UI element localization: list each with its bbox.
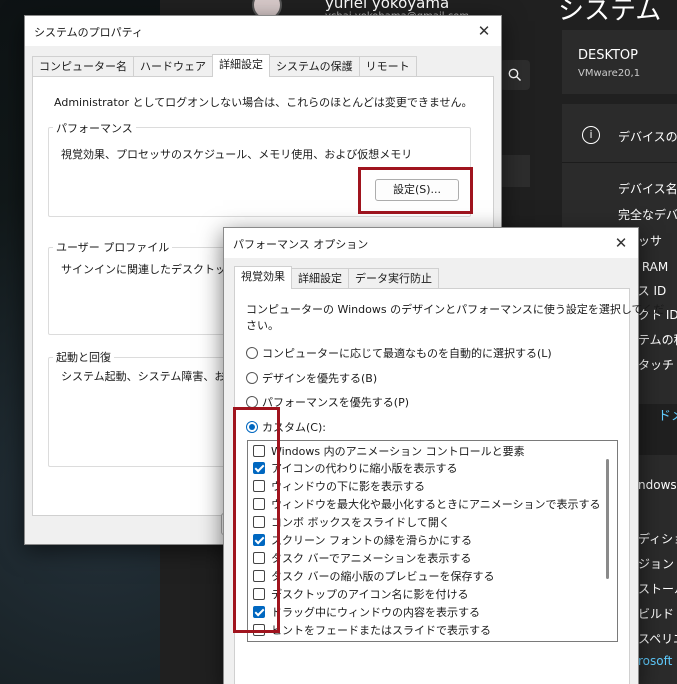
tab-system-protection[interactable]: システムの保護 bbox=[269, 56, 360, 77]
list-item-label: ドラッグ中にウィンドウの内容を表示する bbox=[271, 606, 480, 619]
radio-label: パフォーマンスを優先する(P) bbox=[262, 396, 409, 409]
device-card[interactable]: DESKTOP VMware20,1 bbox=[562, 30, 677, 94]
radio-label: コンピューターに応じて最適なものを自動的に選択する(L) bbox=[262, 347, 552, 360]
list-item[interactable]: アイコンの代わりに縮小版を表示する bbox=[253, 459, 457, 477]
spec-label: ディション bbox=[638, 532, 677, 546]
search-button[interactable] bbox=[500, 60, 530, 90]
intro-text: さい。 bbox=[246, 319, 279, 332]
tab-advanced[interactable]: 詳細設定 bbox=[291, 268, 349, 289]
highlight-custom-checkboxes bbox=[233, 407, 280, 633]
startup-recovery-description: システム起動、システム障害、および bbox=[61, 370, 248, 383]
list-item-label: タスク バーでアニメーションを表示する bbox=[271, 552, 472, 565]
list-item[interactable]: ヒントをフェードまたはスライドで表示する bbox=[253, 621, 491, 639]
visual-effects-list[interactable]: Windows 内のアニメーション コントロールと要素 アイコンの代わりに縮小版… bbox=[247, 440, 618, 642]
list-item[interactable]: ウィンドウを最大化や最小化するときにアニメーションで表示する bbox=[253, 495, 601, 513]
list-item[interactable]: スクリーン フォントの縁を滑らかにする bbox=[253, 531, 472, 549]
spec-label: ストール bbox=[638, 582, 677, 596]
radio-label: デザインを優先する(B) bbox=[262, 372, 378, 385]
list-item-label: Windows 内のアニメーション コントロールと要素 bbox=[271, 445, 525, 458]
radio-button[interactable] bbox=[246, 347, 258, 359]
tab-computer-name[interactable]: コンピューター名 bbox=[32, 56, 134, 77]
page-title: システム bbox=[558, 0, 662, 26]
list-item-label: アイコンの代わりに縮小版を表示する bbox=[271, 462, 458, 475]
list-item-label: デスクトップのアイコン名に影を付ける bbox=[271, 588, 469, 601]
performance-label: パフォーマンス bbox=[53, 120, 136, 136]
user-profile-label: ユーザー プロファイル bbox=[53, 239, 173, 255]
scrollbar-thumb[interactable] bbox=[606, 459, 609, 579]
list-item-label: コンボ ボックスをスライドして開く bbox=[271, 516, 450, 529]
title-bar[interactable]: システムのプロパティ ✕ bbox=[25, 16, 501, 46]
spec-label: ビルド bbox=[638, 607, 675, 621]
spec-label: デバイス名 bbox=[618, 182, 677, 196]
list-item-label: ウィンドウを最大化や最小化するときにアニメーションで表示する bbox=[271, 498, 601, 511]
spec-label: スペリエ bbox=[638, 632, 677, 646]
windows-label: ndows bbox=[638, 478, 677, 492]
tab-strip: コンピューター名 ハードウェア 詳細設定 システムの保護 リモート bbox=[32, 54, 417, 77]
device-name: DESKTOP bbox=[578, 48, 639, 63]
list-item-label: タスク バーの縮小版のプレビューを保存する bbox=[271, 570, 495, 583]
spec-label: ジョン bbox=[638, 557, 675, 571]
list-item-label: ヒントをフェードまたはスライドで表示する bbox=[271, 624, 491, 637]
list-item[interactable]: ドラッグ中にウィンドウの内容を表示する bbox=[253, 603, 480, 621]
list-item-label: ウィンドウの下に影を表示する bbox=[271, 480, 425, 493]
tab-visual-effects[interactable]: 視覚効果 bbox=[234, 266, 292, 289]
list-item-label: スクリーン フォントの縁を滑らかにする bbox=[271, 534, 473, 547]
radio-appearance[interactable]: デザインを優先する(B) bbox=[246, 370, 377, 386]
tab-remote[interactable]: リモート bbox=[358, 56, 417, 77]
divider bbox=[562, 162, 677, 163]
list-item[interactable]: コンボ ボックスをスライドして開く bbox=[253, 513, 450, 531]
sidebar-selected-item[interactable] bbox=[500, 155, 530, 187]
title-bar[interactable]: パフォーマンス オプション ✕ bbox=[224, 228, 638, 258]
tab-hardware[interactable]: ハードウェア bbox=[133, 56, 213, 77]
info-icon: i bbox=[582, 126, 600, 144]
close-icon[interactable]: ✕ bbox=[473, 20, 495, 42]
device-model: VMware20,1 bbox=[578, 68, 641, 79]
dialog-title: システムのプロパティ bbox=[34, 26, 144, 39]
close-icon[interactable]: ✕ bbox=[610, 232, 632, 254]
tab-advanced[interactable]: 詳細設定 bbox=[212, 54, 270, 77]
tab-strip: 視覚効果 詳細設定 データ実行防止 bbox=[234, 266, 439, 289]
dialog-title: パフォーマンス オプション bbox=[233, 238, 369, 251]
list-item[interactable]: タスク バーでアニメーションを表示する bbox=[253, 549, 471, 567]
intro-text: コンピューターの Windows のデザインとパフォーマンスに使う設定を選択して… bbox=[246, 303, 665, 316]
startup-recovery-label: 起動と回復 bbox=[53, 349, 114, 365]
microsoft-link[interactable]: rosoft bbox=[638, 654, 672, 668]
list-item[interactable]: デスクトップのアイコン名に影を付ける bbox=[253, 585, 468, 603]
list-item[interactable]: Windows 内のアニメーション コントロールと要素 bbox=[253, 442, 525, 460]
admin-note: Administrator としてログオンしない場合は、これらのほとんどは変更で… bbox=[54, 96, 473, 109]
radio-auto[interactable]: コンピューターに応じて最適なものを自動的に選択する(L) bbox=[246, 345, 552, 361]
device-specs-title: デバイスの仕様 bbox=[618, 130, 677, 144]
list-item[interactable]: タスク バーの縮小版のプレビューを保存する bbox=[253, 567, 495, 585]
search-icon bbox=[508, 68, 521, 81]
performance-description: 視覚効果、プロセッサのスケジュール、メモリ使用、および仮想メモリ bbox=[61, 148, 413, 161]
radio-button[interactable] bbox=[246, 372, 258, 384]
domain-link[interactable]: ドメ bbox=[658, 405, 677, 424]
spec-label: 完全なデバ bbox=[618, 208, 677, 222]
tab-data-execution-prevention[interactable]: データ実行防止 bbox=[348, 268, 439, 289]
highlight-settings-button bbox=[358, 167, 473, 214]
